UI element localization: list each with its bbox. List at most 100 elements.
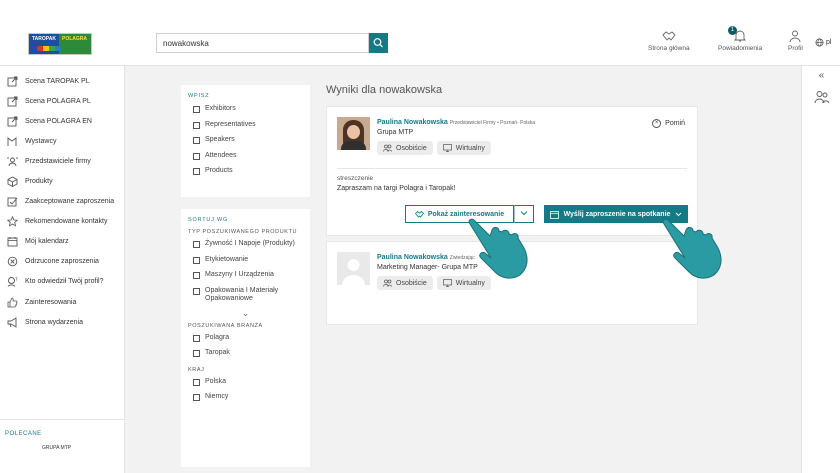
external-link-icon <box>7 116 18 127</box>
checkbox-speakers[interactable]: Speakers <box>188 136 303 145</box>
sidebar-item-zaakceptowane[interactable]: Zaakceptowane zaproszenia <box>0 192 124 212</box>
top-bar: TAROPAK POLAGRA Strona główna 1 Powiadom… <box>0 0 840 66</box>
sidebar-item-label: Zaakceptowane zaproszenia <box>25 198 115 206</box>
sidebar-item-label: Scena TAROPAK PL <box>25 77 90 85</box>
recommended-company[interactable]: GRUPA MTP <box>42 445 71 451</box>
person-name-link[interactable]: Paulina Nowakowska Przedstawiciel Firmy … <box>377 119 535 126</box>
checkbox-icon[interactable] <box>193 106 200 113</box>
checkbox-label: Etykietowanie <box>205 255 249 263</box>
calendar-icon <box>549 210 559 219</box>
checkbox-representatives[interactable]: Representatives <box>188 121 303 130</box>
checkbox-products[interactable]: Products <box>188 167 303 176</box>
person-company: Grupa MTP <box>377 129 414 136</box>
box-icon <box>7 176 18 188</box>
checkbox-food-drinks[interactable]: Żywność I Napoje (Produkty) <box>188 240 303 249</box>
people-icon <box>383 279 392 287</box>
people-icon <box>383 144 392 152</box>
sidebar-item-label: Kto odwiedził Twój profil? <box>25 278 104 286</box>
sidebar-item-przedstawiciele[interactable]: Przedstawiciele firmy <box>0 151 124 171</box>
sidebar-item-rekomendowane[interactable]: Rekomendowane kontakty <box>0 212 124 232</box>
tag-in-person: Osobiście <box>377 276 433 290</box>
sidebar-item-scena-taropak-pl[interactable]: Scena TAROPAK PL <box>0 71 124 91</box>
checkbox-icon[interactable] <box>193 394 200 401</box>
tag-virtual: Wirtualny <box>436 141 491 155</box>
sidebar-item-strona-wydarzenia[interactable]: Strona wydarzenia <box>0 312 124 332</box>
sidebar-item-produkty[interactable]: Produkty <box>0 171 124 191</box>
sidebar-item-label: Scena POLAGRA EN <box>25 117 92 125</box>
checkbox-icon[interactable] <box>193 378 200 386</box>
checkbox-icon[interactable] <box>193 256 200 264</box>
sidebar: Scena TAROPAK PL Scena POLAGRA PL Scena … <box>0 66 125 473</box>
search-input[interactable] <box>156 33 369 53</box>
user-icon <box>789 30 801 42</box>
person-role: Przedstawiciel Firmy • Poznań- Polska <box>449 120 536 126</box>
sidebar-divider <box>0 419 125 420</box>
tag-label: Osobiście <box>396 144 427 152</box>
skip-button[interactable]: × Pomiń <box>652 119 685 128</box>
nav-home[interactable]: Strona główna <box>648 30 690 52</box>
checkbox-labeling[interactable]: Etykietowanie <box>188 256 303 265</box>
checkbox-icon[interactable] <box>193 137 200 144</box>
checkbox-polagra[interactable]: Polagra <box>188 334 303 343</box>
checkbox-attendees[interactable]: Attendees <box>188 152 303 161</box>
sidebar-item-scena-polagra-pl[interactable]: Scena POLAGRA PL <box>0 91 124 111</box>
checkbox-icon[interactable] <box>193 272 200 279</box>
avatar[interactable] <box>337 117 370 150</box>
person-name: Paulina Nowakowska <box>377 119 448 126</box>
megaphone-icon <box>7 316 17 328</box>
sidebar-item-label: Mój kalendarz <box>25 238 69 246</box>
sidebar-item-kalendarz[interactable]: Mój kalendarz <box>0 232 124 252</box>
checkbox-exhibitors[interactable]: Exhibitors <box>188 105 303 114</box>
star-icon <box>7 216 18 227</box>
contacts-icon[interactable] <box>814 90 830 104</box>
sidebar-item-label: Rekomendowane kontakty <box>25 218 108 226</box>
checkbox-label: Speakers <box>205 136 235 143</box>
sidebar-item-zainteresowania[interactable]: Zainteresowania <box>0 292 124 312</box>
checkbox-taropak[interactable]: Taropak <box>188 349 303 358</box>
filters-panel: WPISZ Exhibitors Representatives Speaker… <box>181 85 310 473</box>
nav-home-label: Strona główna <box>648 45 690 52</box>
checkbox-icon[interactable] <box>193 121 200 129</box>
checkbox-niemcy[interactable]: Niemcy <box>188 393 303 402</box>
nav-profile[interactable]: Profil <box>788 30 803 52</box>
event-logo[interactable]: TAROPAK POLAGRA <box>28 33 92 55</box>
person-company: Marketing Manager- Grupa MTP <box>377 264 478 271</box>
sidebar-item-label: Scena POLAGRA PL <box>25 97 91 105</box>
sidebar-item-label: Produkty <box>25 178 53 186</box>
representatives-icon <box>7 156 18 167</box>
nav-notifications-label: Powiadomienia <box>718 45 763 52</box>
checkbox-icon[interactable] <box>193 152 200 160</box>
person-name-link[interactable]: Paulina Nowakowska Zwiedzając <box>377 254 475 261</box>
summary-text: Zapraszam na targi Polagra i Taropak! <box>337 185 456 192</box>
sidebar-item-kto-odwiedzil[interactable]: ? Kto odwiedził Twój profil? <box>0 272 124 292</box>
checkbox-label: Products <box>205 167 233 174</box>
checkbox-label: Opakowania I Materiały Opakowaniowe <box>205 286 279 303</box>
sidebar-item-wystawcy[interactable]: Wystawcy <box>0 131 124 151</box>
chevron-down-icon[interactable]: ⌄ <box>188 308 303 319</box>
checkbox-icon[interactable] <box>193 287 200 295</box>
product-type-title: TYP POSZUKIWANEGO PRODUKTU <box>188 229 298 235</box>
checkbox-icon[interactable] <box>193 350 200 357</box>
language-switcher[interactable]: pl <box>815 38 831 47</box>
checkbox-machines[interactable]: Maszyny I Urządzenia <box>188 271 303 280</box>
checkbox-icon[interactable] <box>193 241 200 248</box>
globe-icon <box>815 38 824 47</box>
checkbox-label: Polagra <box>205 333 230 341</box>
search-button[interactable] <box>369 33 388 53</box>
sidebar-item-odrzucone[interactable]: Odrzucone zaproszenia <box>0 252 124 272</box>
checkbox-label: Niemcy <box>205 393 229 400</box>
logo-text-left: TAROPAK <box>32 36 56 42</box>
checkbox-icon[interactable] <box>193 334 200 342</box>
avatar-placeholder[interactable] <box>337 252 370 285</box>
checkbox-icon[interactable] <box>193 168 200 175</box>
checkbox-packaging[interactable]: Opakowania I Materiały Opakowaniowe <box>188 287 303 304</box>
type-filter-box: WPISZ Exhibitors Representatives Speaker… <box>181 85 310 197</box>
nav-notifications[interactable]: 1 Powiadomienia <box>718 26 763 52</box>
chevron-down-icon <box>676 212 682 216</box>
question-icon: ? <box>7 277 18 288</box>
pointing-hand-icon <box>662 218 722 279</box>
sidebar-item-scena-polagra-en[interactable]: Scena POLAGRA EN <box>0 111 124 131</box>
collapse-panel-icon[interactable]: « <box>802 70 840 81</box>
checkbox-label: Maszyny I Urządzenia <box>205 271 274 278</box>
checkbox-polska[interactable]: Polska <box>188 378 303 387</box>
